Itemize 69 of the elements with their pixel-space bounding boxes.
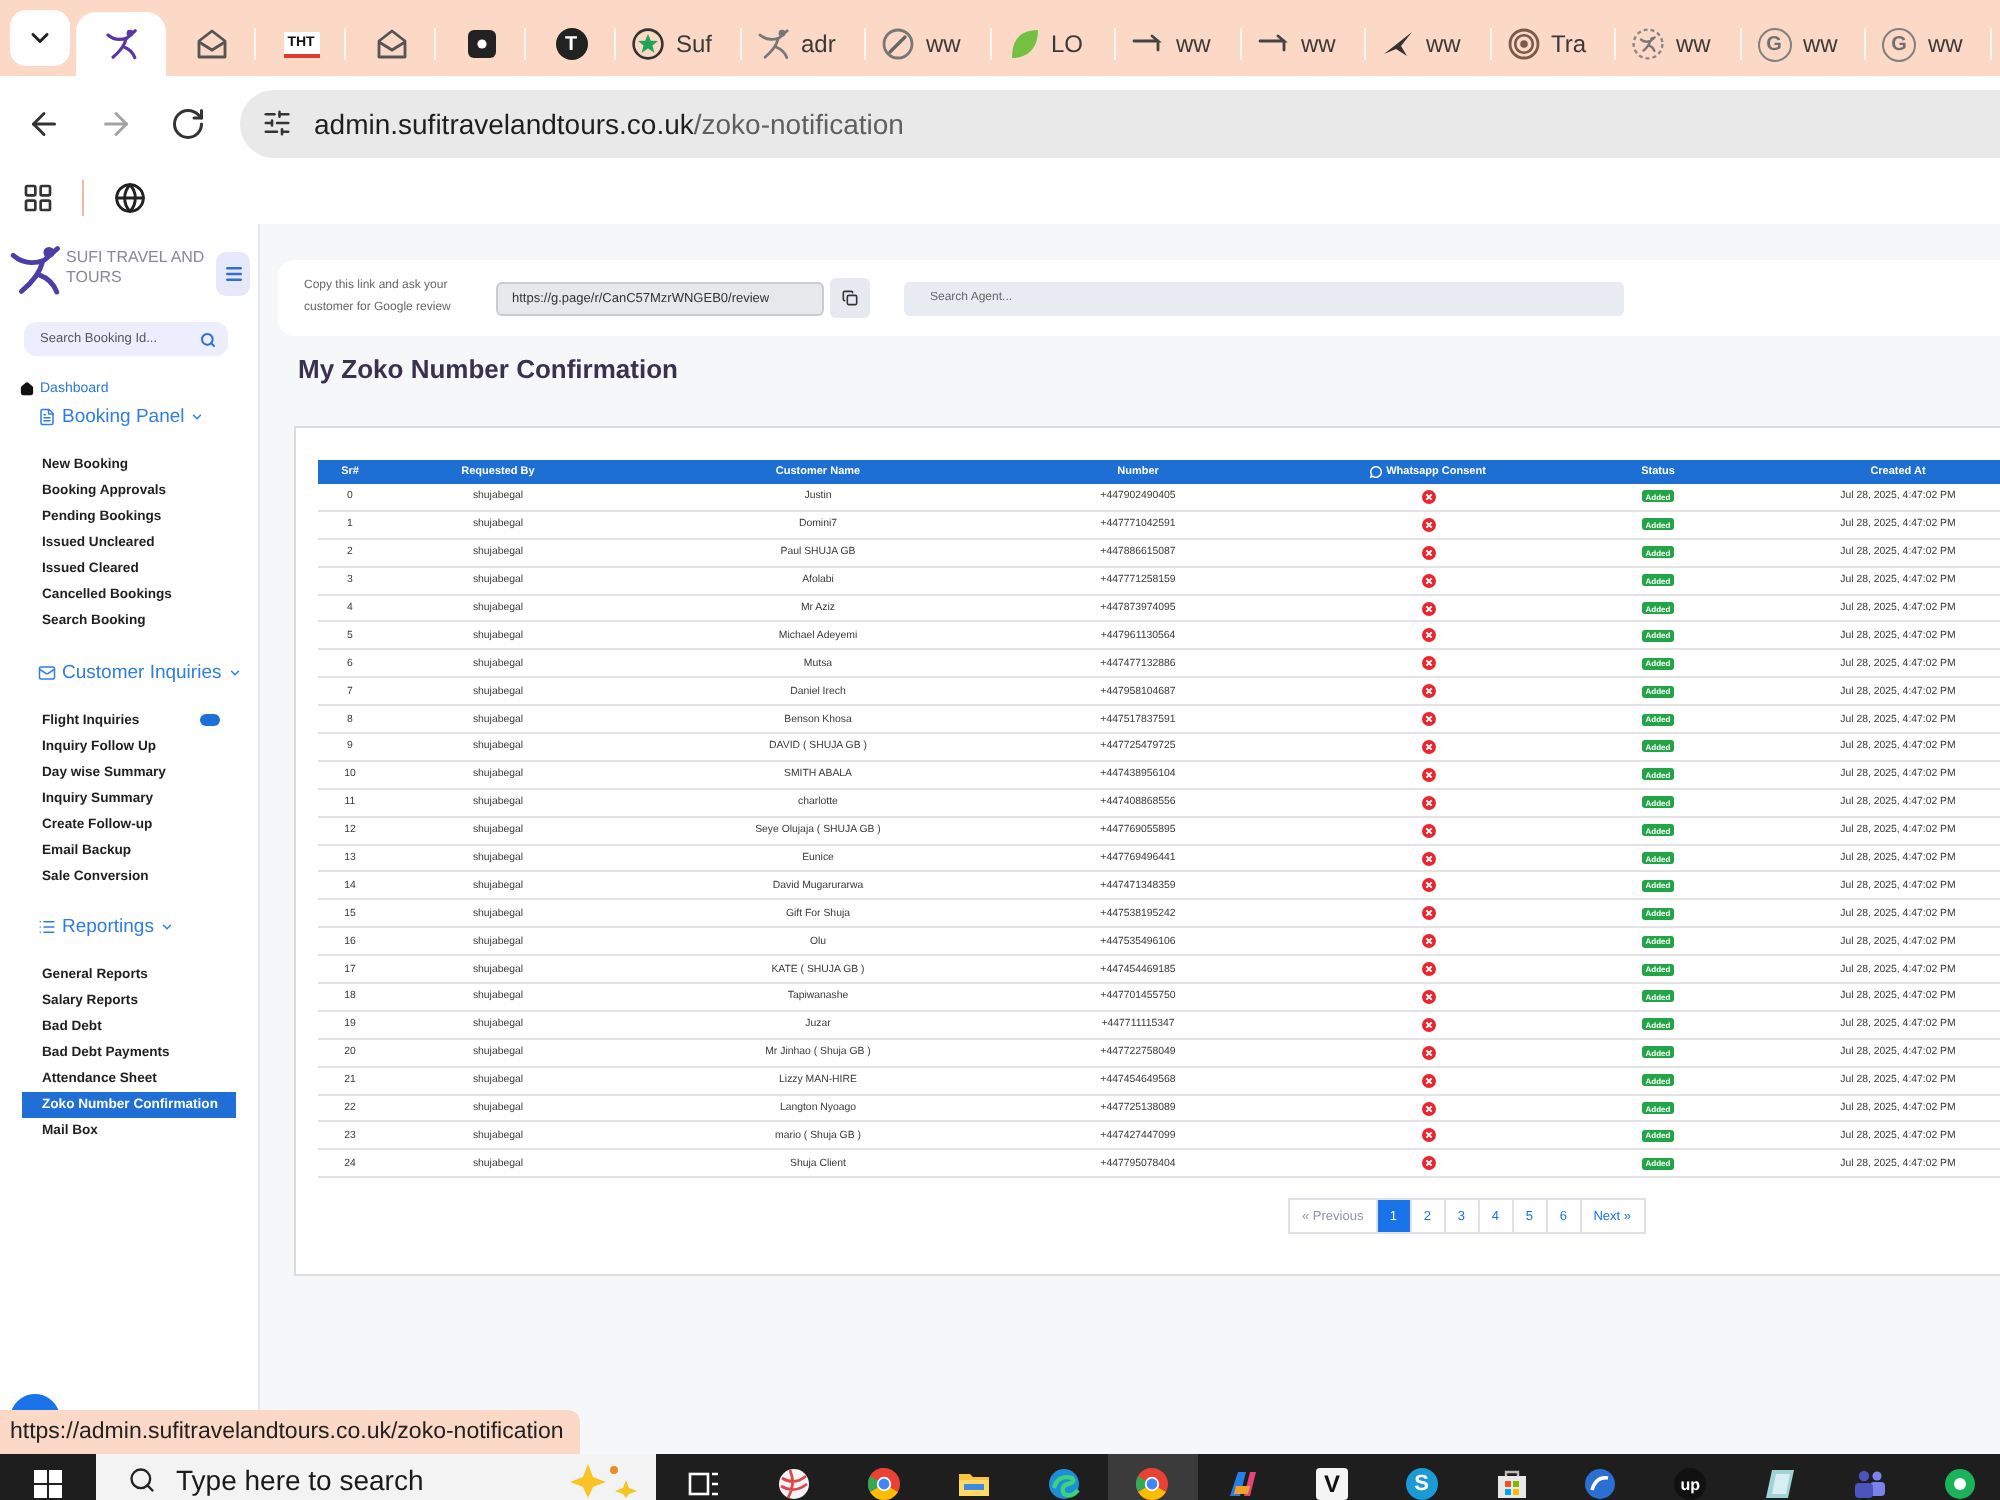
swirl-icon[interactable] [1047,1468,1080,1500]
glass-tile-icon[interactable] [1763,1468,1796,1500]
browser-tab[interactable]: ww [1116,12,1241,76]
letter-logo[interactable]: up [1674,1468,1707,1500]
section-toggle[interactable]: Booking Panel [38,406,205,428]
slash-circle-icon [882,28,914,60]
search-icon [200,331,216,347]
envelope-icon [38,663,56,681]
browser-tab[interactable]: ww [1241,12,1366,76]
letter-logo: G [1757,27,1791,61]
reload-icon [170,105,206,141]
page-title: My Zoko Number Confirmation [298,354,678,384]
letter-logo: T [555,28,587,60]
browser-tab[interactable]: adr [741,12,866,76]
apps-grid-icon[interactable] [22,181,54,213]
striped-ball-icon[interactable] [778,1468,811,1500]
brand-name: SUFI TRAVEL AND TOURS [66,248,207,288]
dot-disc-icon[interactable] [1943,1468,1976,1500]
ribbon-icon[interactable] [1226,1468,1259,1500]
envelope-icon [375,28,407,60]
browser-tab[interactable]: T [526,12,616,76]
dancer-icon [757,28,789,60]
search-icon [128,1466,156,1494]
letter-logo: G [1882,27,1916,61]
browser-tab[interactable]: Tra [1491,12,1616,76]
browser-tab[interactable]: ww [1366,12,1491,76]
copy-icon [842,290,858,306]
chat-widget-icon[interactable] [10,1394,60,1410]
browser-tab[interactable]: Suf [616,12,741,76]
browser-tab[interactable]: ww [1616,12,1741,76]
chevron-down-icon [159,920,174,934]
home-icon [20,381,34,395]
target-icon [1507,28,1539,60]
menu-icon [223,264,243,284]
browser-tab[interactable] [76,12,166,76]
chevron-down-icon [190,410,205,424]
dancer-icon [105,28,137,60]
task-view-icon[interactable] [688,1468,721,1500]
chevron-down-icon [227,665,242,679]
swirl-disc-icon[interactable] [1584,1468,1617,1500]
section-toggle[interactable]: Customer Inquiries [38,661,242,683]
list-icon [38,918,56,936]
shopping-bag-icon[interactable] [1495,1468,1528,1500]
leaf-icon [1007,28,1039,60]
globe-icon[interactable] [114,181,146,213]
chat-bubble-icon [1370,466,1383,478]
folder-icon[interactable] [957,1468,990,1500]
taskbar-search-field[interactable]: Type here to search [96,1454,656,1500]
menu-button[interactable] [216,252,250,296]
tune-icon [261,108,291,138]
browser-icon[interactable] [867,1468,900,1500]
dancer-logo-icon [10,244,62,296]
section-toggle[interactable]: Reportings [38,916,174,938]
status-url: https://admin.sufitravelandtours.co.uk/zoko-notification [0,1410,580,1454]
browser-tab[interactable]: G ww [1866,12,1991,76]
browser-tab[interactable]: ww [866,12,991,76]
bird-icon [1382,28,1414,60]
browser-icon[interactable] [1136,1468,1169,1500]
letter-logo[interactable]: V [1315,1468,1348,1500]
browser-tab[interactable]: LO [991,12,1116,76]
address-bar[interactable]: admin.sufitravelandtours.co.uk/zoko-notification [240,89,2000,157]
people-icon[interactable] [1853,1468,1886,1500]
browser-tab[interactable]: G ww [1741,12,1866,76]
document-icon [38,408,56,426]
dancer-icon [1632,28,1664,60]
windows-logo-icon [34,1470,62,1498]
taskbar-button[interactable] [1107,1454,1198,1500]
envelope-icon [195,28,227,60]
copy-button[interactable] [830,278,870,318]
